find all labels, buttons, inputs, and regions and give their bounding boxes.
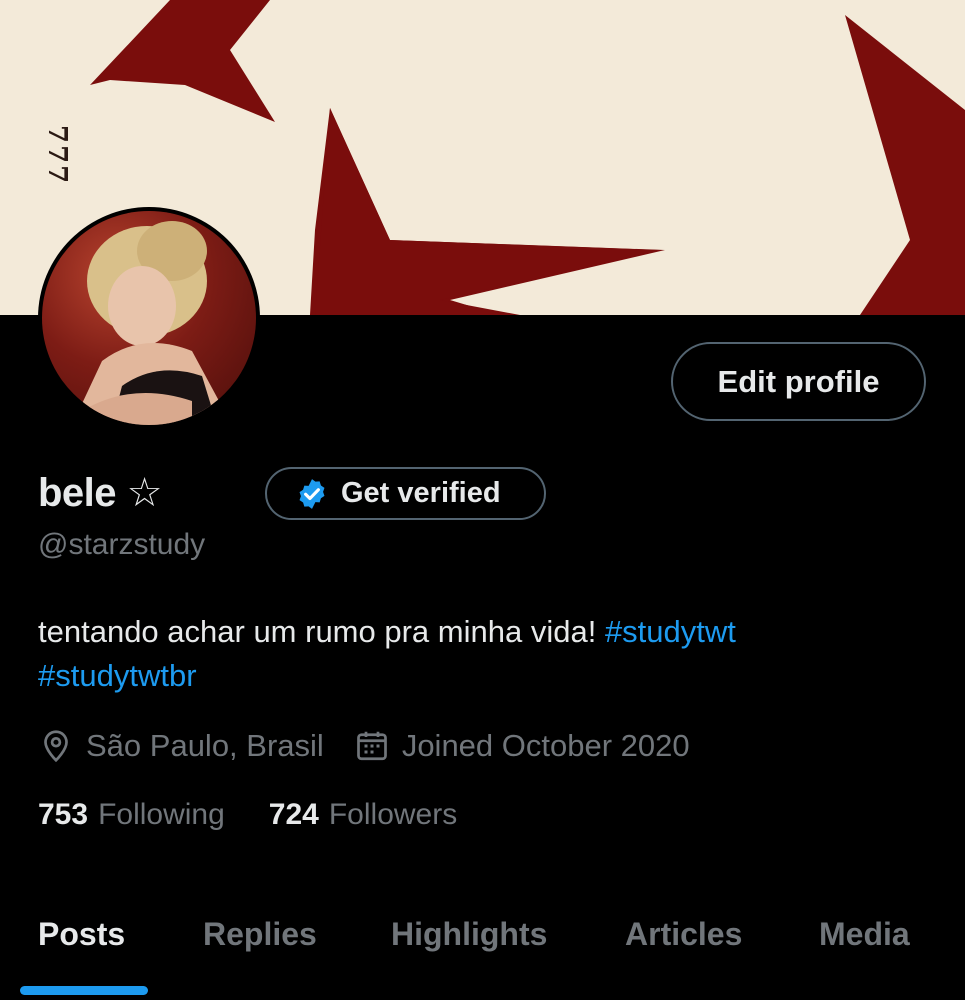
get-verified-label: Get verified <box>341 477 501 509</box>
profile-location: São Paulo, Brasil <box>38 728 324 764</box>
tab-replies[interactable]: Replies <box>203 916 317 953</box>
tab-articles[interactable]: Articles <box>625 916 742 953</box>
following-link[interactable]: 753 Following <box>38 798 225 832</box>
tab-posts[interactable]: Posts <box>38 916 125 953</box>
profile-meta: São Paulo, Brasil Joined October 2020 <box>38 722 690 770</box>
followers-link[interactable]: 724 Followers <box>269 798 457 832</box>
banner-text-mark: 777 <box>42 125 72 186</box>
joined-text: Joined October 2020 <box>401 728 690 763</box>
followers-label: Followers <box>328 798 458 831</box>
location-text: São Paulo, Brasil <box>86 728 324 763</box>
get-verified-button[interactable]: Get verified <box>265 467 546 520</box>
edit-profile-button[interactable]: Edit profile <box>671 342 926 421</box>
calendar-icon <box>356 731 387 761</box>
tab-media[interactable]: Media <box>819 916 910 953</box>
location-pin-icon <box>44 730 68 763</box>
display-name: bele ☆ <box>38 471 163 515</box>
avatar[interactable] <box>38 207 260 429</box>
following-count: 753 <box>38 798 89 831</box>
user-handle: @starzstudy <box>38 528 206 561</box>
verified-badge-icon <box>299 478 325 509</box>
profile-stats: 753 Following 724 Followers <box>38 798 457 832</box>
following-label: Following <box>98 798 225 831</box>
followers-count: 724 <box>268 798 319 831</box>
profile-bio: tentando achar um rumo pra minha vida! #… <box>38 610 918 698</box>
bio-text: tentando achar um rumo pra minha vida! <box>38 614 597 649</box>
avatar-photo <box>42 211 256 425</box>
active-tab-indicator <box>20 986 148 995</box>
bio-hashtag-studytwt[interactable]: #studytwt <box>605 614 736 649</box>
profile-joined: Joined October 2020 <box>354 728 690 764</box>
bio-hashtag-studytwtbr[interactable]: #studytwtbr <box>38 658 197 693</box>
profile-tabs: Posts Replies Highlights Articles Media <box>0 900 965 1000</box>
tab-highlights[interactable]: Highlights <box>391 916 547 953</box>
